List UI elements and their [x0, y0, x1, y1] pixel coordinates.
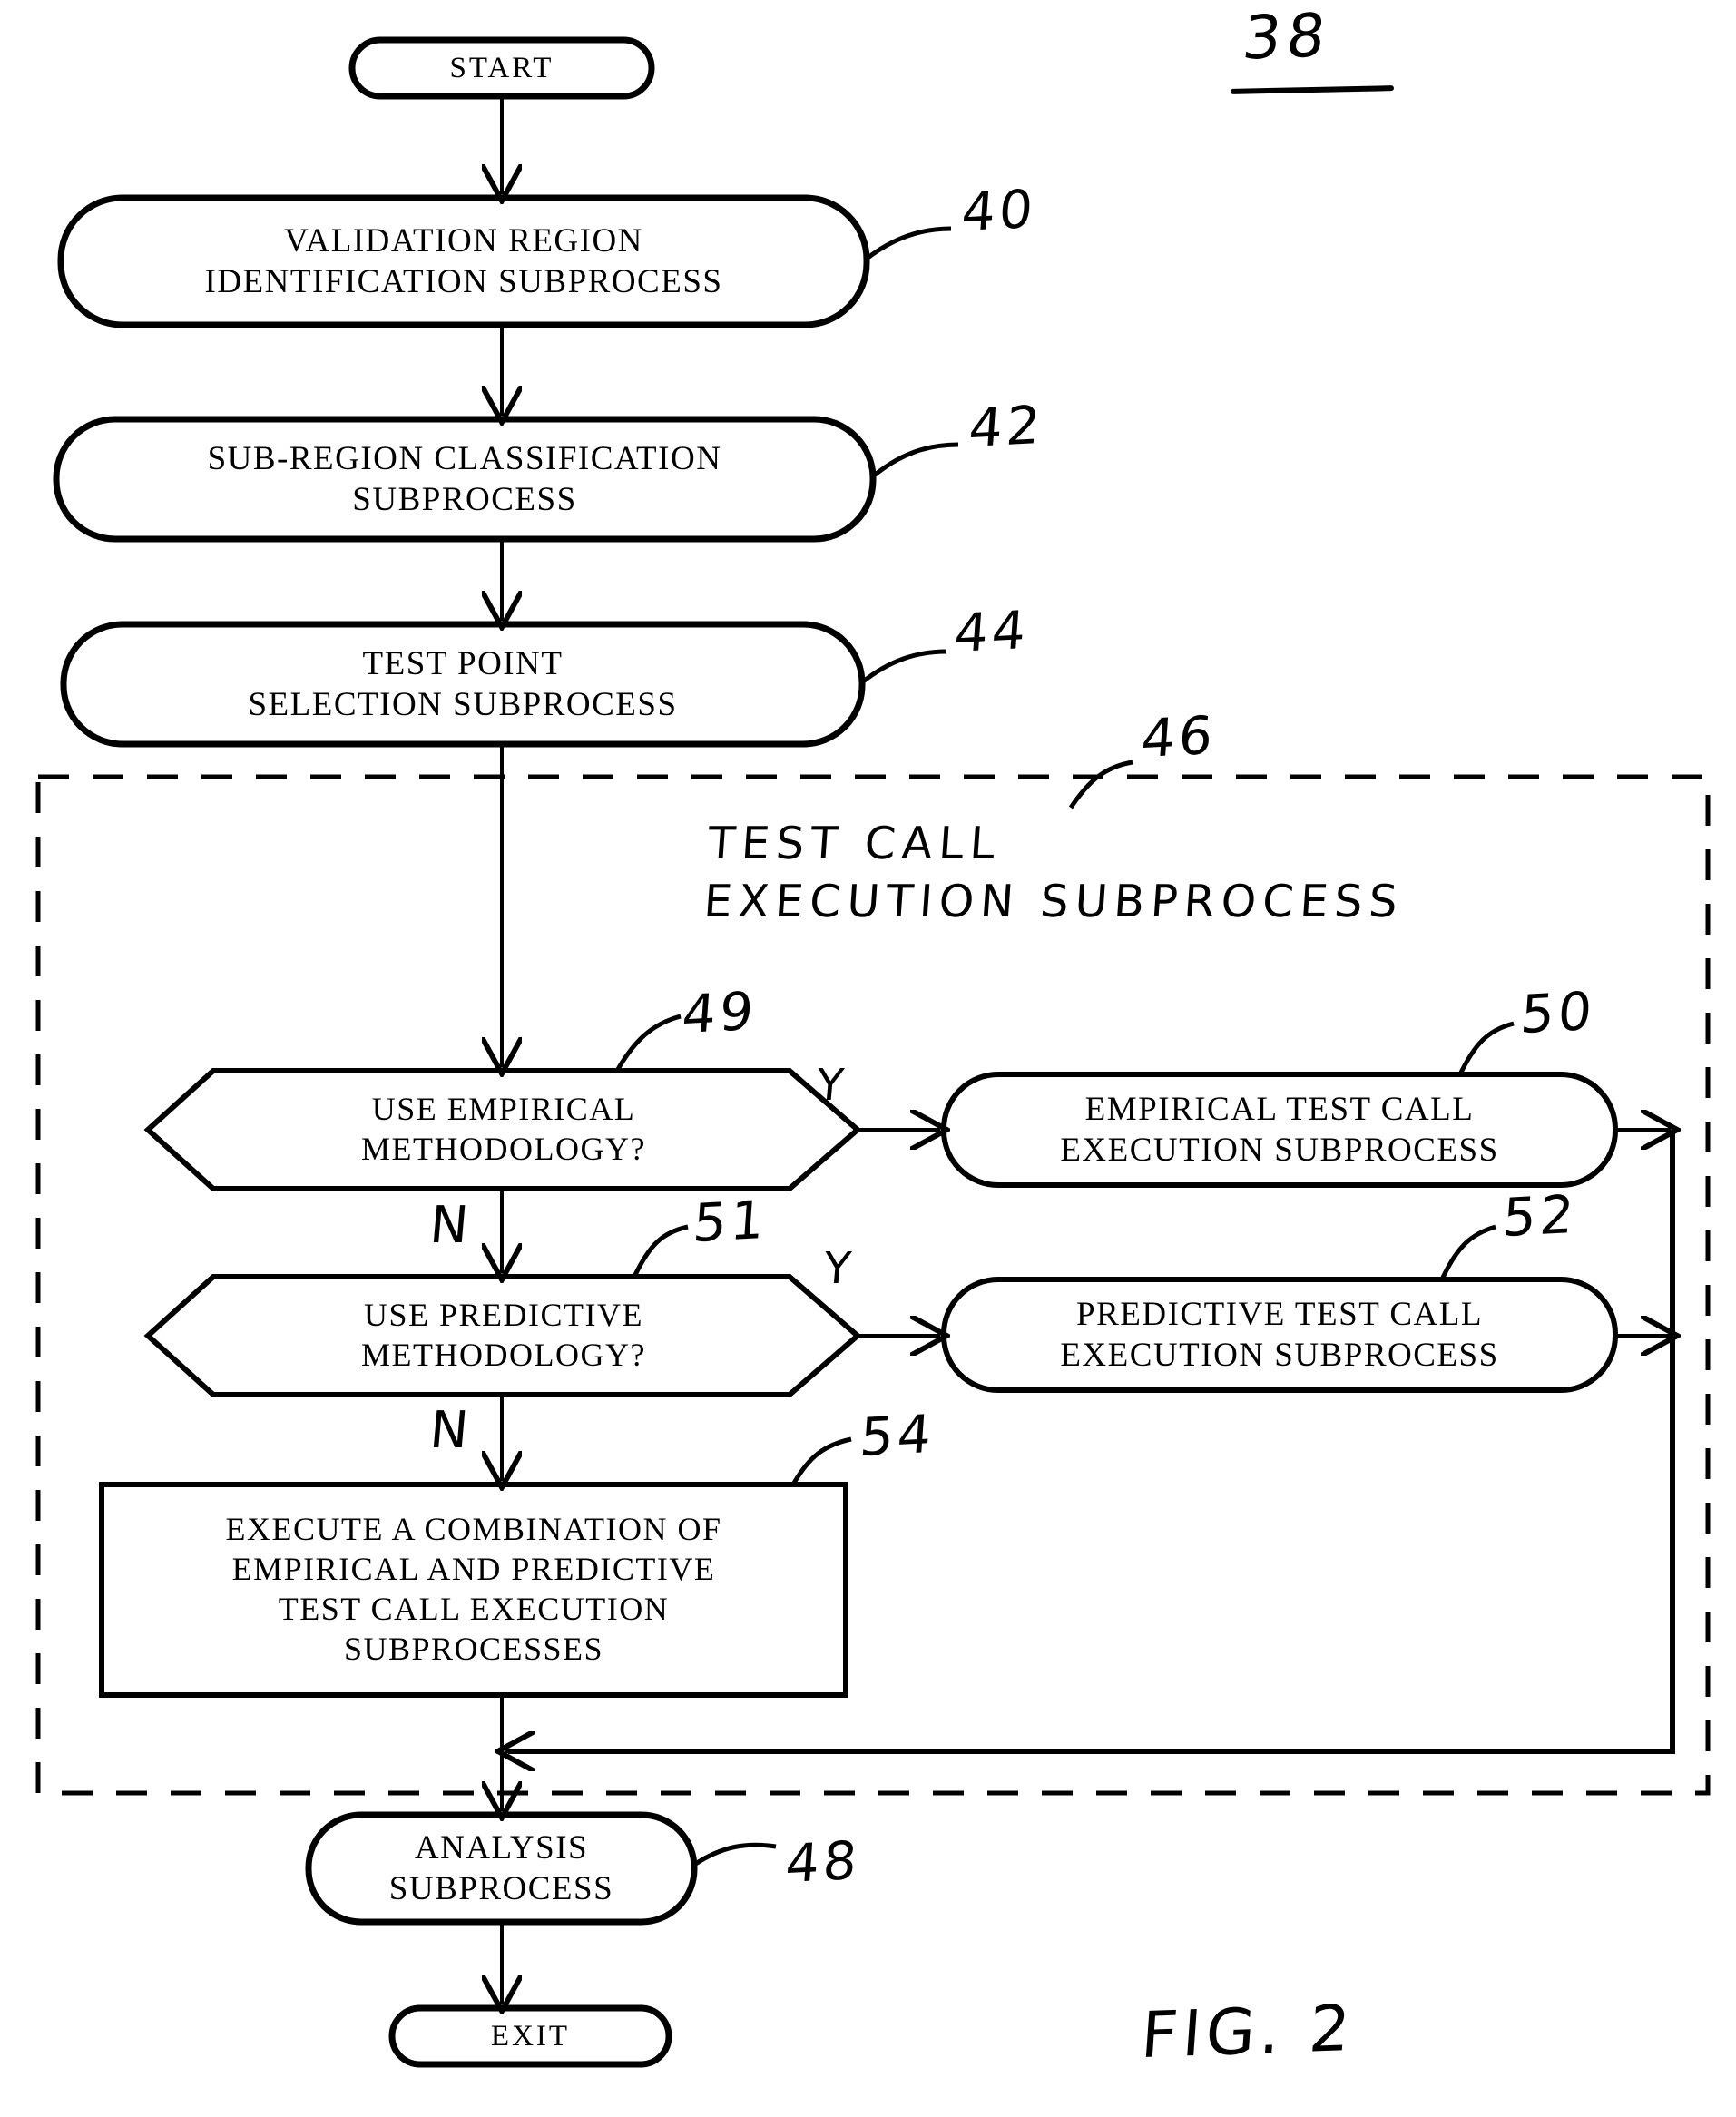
start-terminator-shape — [348, 36, 655, 100]
exit-terminator-shape — [388, 2004, 672, 2068]
leader-line-50 — [1456, 1021, 1515, 1078]
patent-figure-page: START 38 VALIDATION REGION IDENTIFICATIO… — [0, 0, 1736, 2117]
leader-line-44 — [860, 649, 947, 684]
predictive-test-call-shape — [941, 1277, 1618, 1393]
leader-line-49 — [614, 1014, 682, 1073]
test-point-selection-shape — [60, 621, 866, 748]
leader-line-52 — [1438, 1224, 1496, 1283]
combination-execution-shape — [99, 1482, 848, 1698]
leader-line-48 — [692, 1842, 777, 1867]
sub-region-classification-shape — [53, 416, 877, 543]
leader-line-42 — [871, 442, 959, 478]
empirical-test-call-shape — [941, 1072, 1618, 1188]
use-predictive-decision-shape — [143, 1274, 862, 1397]
use-empirical-decision-shape — [143, 1068, 862, 1191]
validation-region-shape — [57, 194, 870, 328]
leader-line-54 — [790, 1436, 852, 1486]
flowchart-vector-layer — [35, 36, 1711, 2068]
leader-line-46 — [1068, 760, 1133, 809]
leader-line-40 — [865, 226, 952, 260]
leader-line-51 — [633, 1224, 689, 1277]
analysis-subprocess-shape — [305, 1811, 698, 1926]
